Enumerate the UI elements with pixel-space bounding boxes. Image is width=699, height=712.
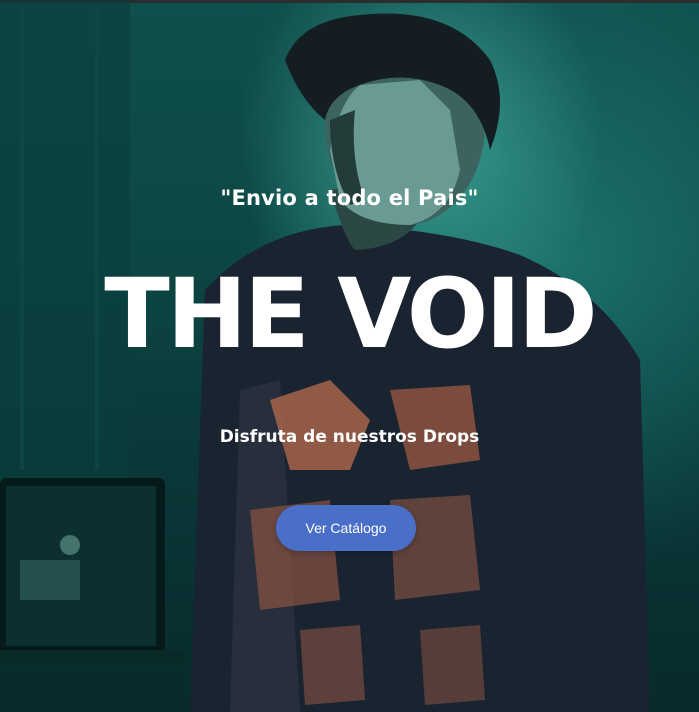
- hero-tagline: "Envio a todo el Pais": [220, 186, 479, 210]
- hero-section: "Envio a todo el Pais" THE VOID Disfruta…: [0, 0, 699, 712]
- hero-subtitle: Disfruta de nuestros Drops: [219, 427, 480, 447]
- view-catalog-button[interactable]: Ver Catálogo: [276, 505, 416, 551]
- hero-title: THE VOID: [104, 258, 597, 370]
